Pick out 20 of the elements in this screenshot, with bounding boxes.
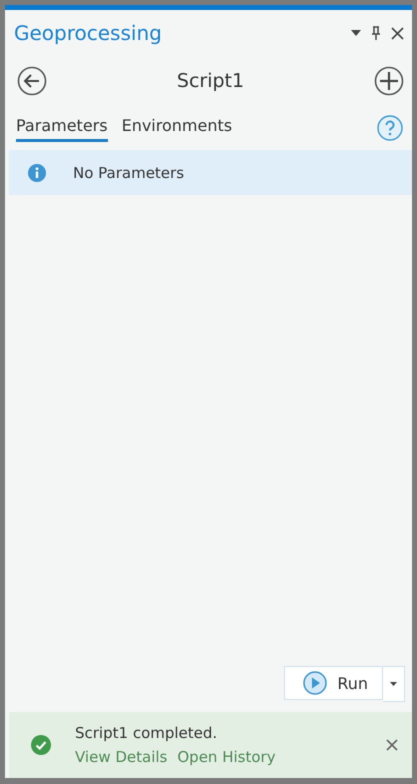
status-message: Script1 completed. (75, 724, 218, 742)
add-icon[interactable] (374, 66, 404, 96)
status-link[interactable]: View Details (75, 748, 168, 766)
pin-icon[interactable] (371, 26, 381, 40)
tool-title: Script1 (176, 70, 244, 92)
caret-icon (390, 682, 397, 686)
tab[interactable]: Parameters (16, 114, 108, 142)
dropdown-icon[interactable] (351, 30, 361, 36)
close-icon[interactable] (391, 26, 404, 40)
run-button[interactable]: Run (284, 666, 383, 700)
info-icon (28, 164, 46, 182)
status-link[interactable]: Open History (177, 748, 276, 766)
message-text: No Parameters (73, 164, 184, 182)
pane-title: Geoprocessing (14, 21, 163, 45)
back-icon[interactable] (17, 66, 47, 96)
tab[interactable]: Environments (122, 114, 232, 142)
close-icon[interactable] (386, 739, 398, 751)
help-icon[interactable] (377, 115, 403, 141)
play-icon (303, 671, 328, 695)
success-icon (31, 735, 51, 755)
